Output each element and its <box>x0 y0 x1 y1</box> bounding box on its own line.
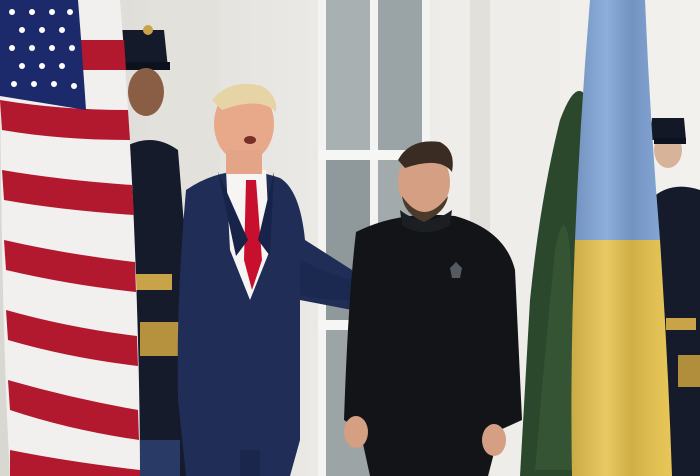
photo-scene <box>0 0 700 476</box>
photo-illustration <box>0 0 700 476</box>
american-flag <box>0 0 140 476</box>
